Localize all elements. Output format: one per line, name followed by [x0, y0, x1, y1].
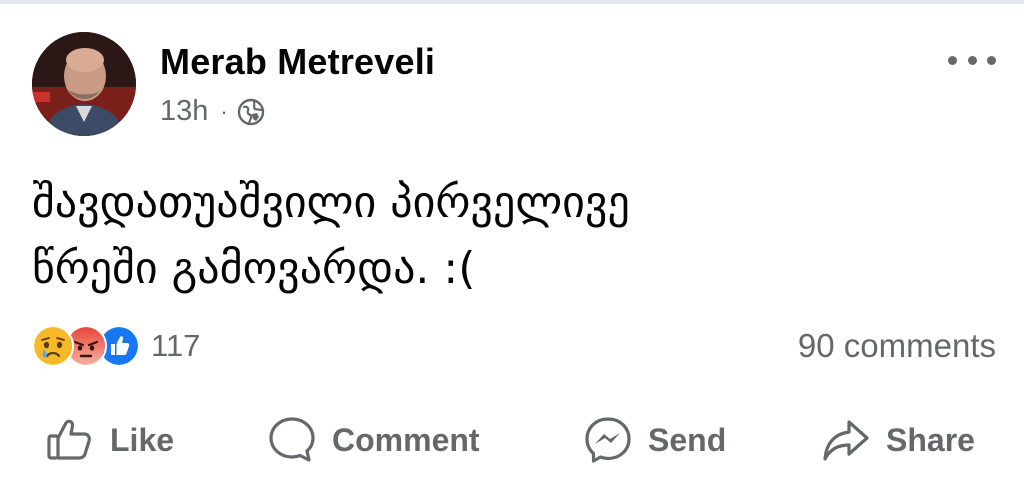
reactions-summary[interactable]: 117 — [32, 325, 200, 367]
more-dot-icon — [948, 55, 957, 65]
comment-button[interactable]: Comment — [266, 408, 480, 472]
send-label: Send — [648, 421, 727, 458]
comment-label: Comment — [332, 421, 480, 458]
more-dot-icon — [987, 55, 996, 65]
share-label: Share — [886, 421, 975, 458]
send-button[interactable]: Send — [582, 408, 726, 472]
more-dot-icon — [967, 55, 977, 65]
author-name[interactable]: Merab Metreveli — [160, 41, 435, 83]
more-options-button[interactable] — [948, 50, 996, 70]
top-divider — [0, 0, 1024, 4]
avatar[interactable] — [32, 32, 136, 136]
like-button[interactable]: Like — [44, 408, 174, 472]
meta-separator: · — [220, 98, 228, 124]
share-button[interactable]: Share — [820, 408, 975, 472]
reaction-count: 117 — [151, 328, 201, 363]
globe-icon[interactable] — [237, 98, 265, 126]
like-label: Like — [110, 421, 175, 458]
post-text-line: შავდათუაშვილი პირველივე — [32, 177, 630, 228]
post-text: შავდათუაშვილი პირველივე წრეში გამოვარდა.… — [32, 170, 992, 302]
post-meta: 13h · — [160, 95, 265, 128]
action-bar: Like Comment Send Share — [0, 408, 1024, 472]
comments-count-link[interactable]: 90 comments — [798, 327, 996, 365]
thumbs-up-icon — [47, 419, 91, 460]
post-text-line: წრეში გამოვარდა. :( — [32, 243, 476, 294]
share-arrow-icon — [823, 420, 869, 461]
sad-reaction-icon — [32, 325, 74, 367]
avatar-image — [32, 32, 136, 136]
messenger-icon — [585, 417, 631, 463]
comment-icon — [269, 417, 315, 462]
post-time[interactable]: 13h — [160, 95, 208, 128]
